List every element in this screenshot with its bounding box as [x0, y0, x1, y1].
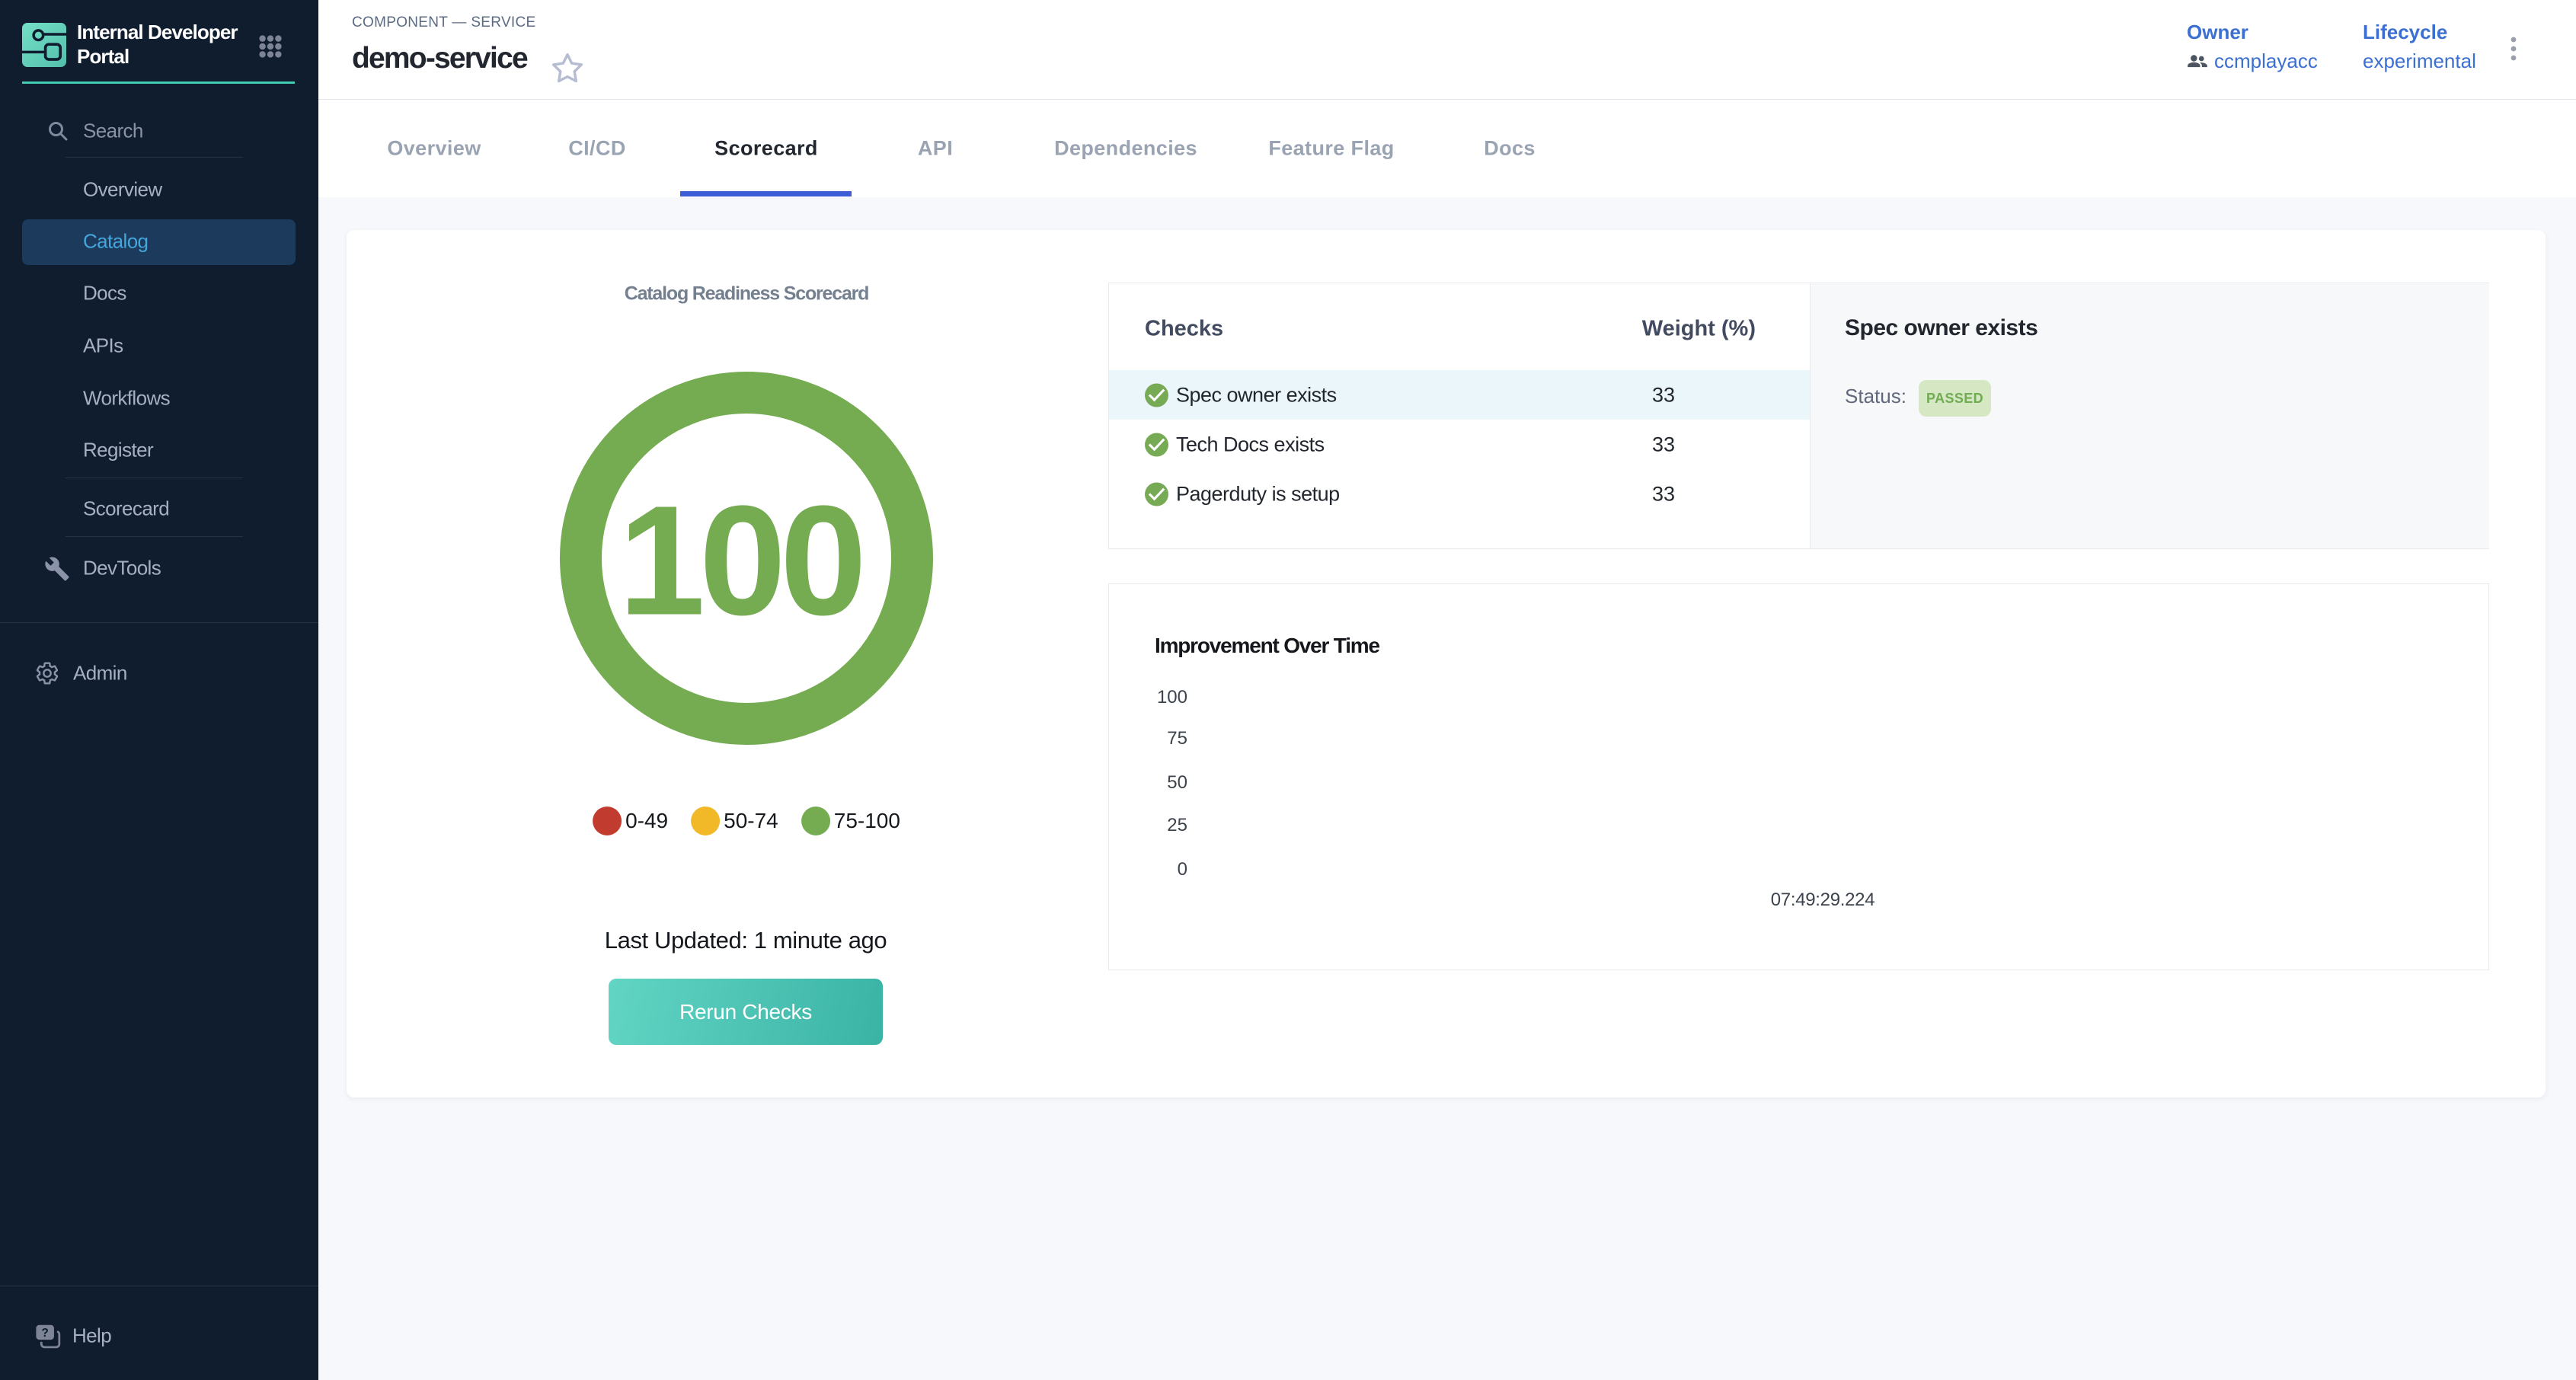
svg-text:?: ?	[42, 1327, 49, 1340]
